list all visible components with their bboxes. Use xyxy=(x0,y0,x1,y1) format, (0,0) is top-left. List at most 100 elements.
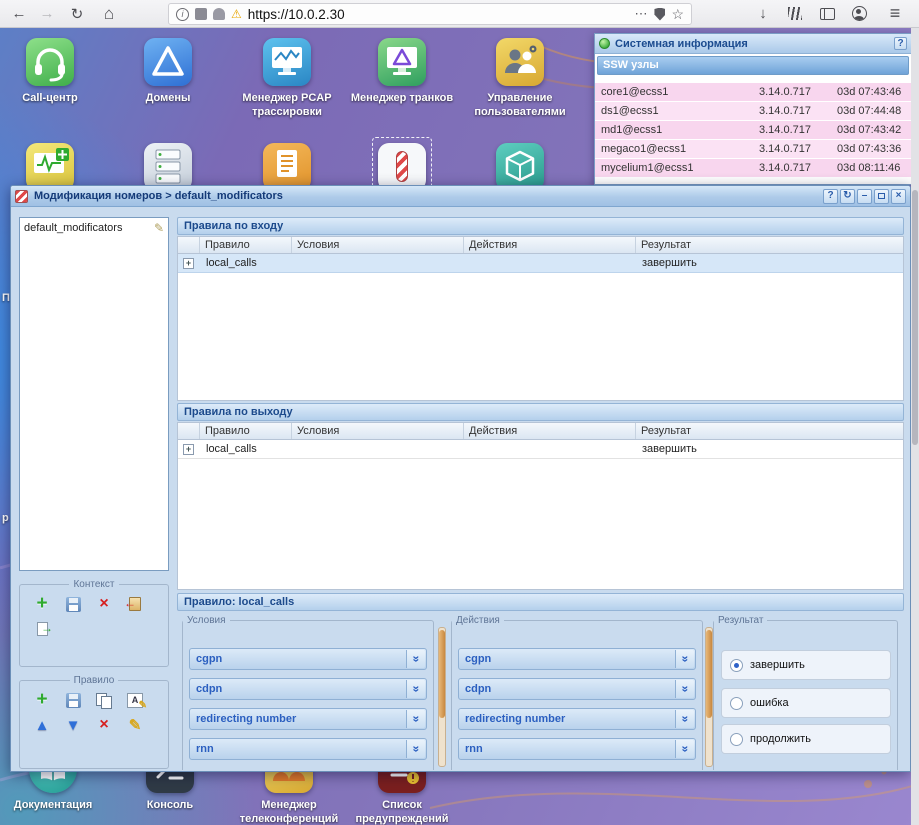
delete-rule-button[interactable]: × xyxy=(92,714,116,736)
save-rule-button[interactable] xyxy=(61,689,85,711)
scrollbar-thumb[interactable] xyxy=(706,630,712,718)
url-bar[interactable]: i ⚠ https://10.0.2.30 ⋯ ☆ xyxy=(168,3,692,25)
move-rule-down-button[interactable]: ▼ xyxy=(61,714,85,736)
app-server[interactable] xyxy=(112,143,224,191)
app-document[interactable] xyxy=(231,143,343,191)
column-header[interactable]: Правило xyxy=(200,423,292,439)
extension-icon-1[interactable] xyxy=(195,8,207,20)
column-header[interactable]: Результат xyxy=(636,423,903,439)
move-rule-up-button[interactable]: ▲ xyxy=(30,714,54,736)
chevron-down-icon[interactable]: » xyxy=(675,680,694,698)
app-monitoring[interactable] xyxy=(0,143,106,191)
outgoing-rules-header: Правила по выходу xyxy=(177,403,904,421)
scrollbar-thumb[interactable] xyxy=(439,630,445,718)
table-row[interactable]: mycelium1@ecss1 3.14.0.717 03d 08:11:46 xyxy=(595,159,911,178)
expand-icon[interactable]: + xyxy=(183,258,194,269)
result-option[interactable]: завершить xyxy=(721,650,891,680)
url-text[interactable]: https://10.0.2.30 xyxy=(248,7,345,22)
page-scrollbar[interactable] xyxy=(911,28,919,825)
column-header[interactable]: Правило xyxy=(200,237,292,253)
delete-context-button[interactable]: × xyxy=(92,593,116,615)
shield-icon[interactable] xyxy=(654,8,665,21)
conditions-dropdown[interactable]: cgpn » xyxy=(189,648,427,670)
edge-label: П xyxy=(2,292,10,304)
uptime-cell: 03d 07:43:46 xyxy=(837,86,901,98)
forward-icon[interactable]: → xyxy=(34,0,60,27)
save-context-button[interactable] xyxy=(61,593,85,615)
chevron-down-icon[interactable]: » xyxy=(406,650,425,668)
back-icon[interactable]: ← xyxy=(6,0,32,27)
table-row[interactable]: ds1@ecss1 3.14.0.717 03d 07:44:48 xyxy=(595,102,911,121)
table-row[interactable]: + local_calls завершить xyxy=(178,440,903,459)
extension-icon-2[interactable] xyxy=(213,8,225,20)
actions-dropdown[interactable]: cgpn » xyxy=(458,648,696,670)
minimize-button[interactable]: – xyxy=(857,189,872,204)
maximize-button[interactable] xyxy=(874,189,889,204)
chevron-down-icon[interactable]: » xyxy=(406,740,425,758)
list-item[interactable]: default_modificators ✎ xyxy=(20,218,168,237)
add-context-button[interactable]: + xyxy=(30,593,54,615)
export-context-button[interactable]: → xyxy=(30,618,54,640)
site-info-icon[interactable]: i xyxy=(176,8,189,21)
menu-icon[interactable]: ≡ xyxy=(882,0,908,27)
actions-dropdown[interactable]: redirecting number » xyxy=(458,708,696,730)
account-icon[interactable] xyxy=(846,0,872,27)
result-radio-0[interactable] xyxy=(730,659,743,672)
app-pcap-manager[interactable]: Менеджер PCAP трассировки xyxy=(231,38,343,120)
window-titlebar[interactable]: Модификация номеров > default_modificato… xyxy=(11,186,910,207)
result-radio-2[interactable] xyxy=(730,733,743,746)
expand-icon[interactable]: + xyxy=(183,444,194,455)
app-domains[interactable]: Домены xyxy=(112,38,224,105)
result-option[interactable]: ошибка xyxy=(721,688,891,718)
chevron-down-icon[interactable]: » xyxy=(406,680,425,698)
chevron-down-icon[interactable]: » xyxy=(406,710,425,728)
column-header[interactable]: Условия xyxy=(292,237,464,253)
conditions-dropdown[interactable]: redirecting number » xyxy=(189,708,427,730)
conditions-scrollbar[interactable] xyxy=(438,627,446,767)
app-trunk-manager[interactable]: Менеджер транков xyxy=(346,38,458,105)
column-header[interactable]: Действия xyxy=(464,237,636,253)
app-number-modification[interactable] xyxy=(346,143,458,191)
rule-cell: local_calls xyxy=(206,443,257,455)
rename-rule-button[interactable]: A✎ xyxy=(123,689,147,711)
sidebar-icon[interactable] xyxy=(814,0,840,27)
chevron-down-icon[interactable]: » xyxy=(675,710,694,728)
table-row[interactable]: md1@ecss1 3.14.0.717 03d 07:43:42 xyxy=(595,121,911,140)
column-header[interactable]: Результат xyxy=(636,237,903,253)
system-info-titlebar[interactable]: Системная информация ? xyxy=(595,34,911,54)
refresh-button[interactable]: ↻ xyxy=(840,189,855,204)
app-call-center[interactable]: Call-центр xyxy=(0,38,106,105)
app-user-management[interactable]: Управление пользователями xyxy=(464,38,576,120)
import-context-button[interactable]: ← xyxy=(123,593,147,615)
chevron-down-icon[interactable]: » xyxy=(675,740,694,758)
reload-icon[interactable]: ↻ xyxy=(64,0,90,27)
actions-dropdown[interactable]: cdpn » xyxy=(458,678,696,700)
pencil-icon[interactable]: ✎ xyxy=(154,221,164,235)
chevron-down-icon[interactable]: » xyxy=(675,650,694,668)
table-row[interactable]: megaco1@ecss1 3.14.0.717 03d 07:43:36 xyxy=(595,140,911,159)
app-package[interactable] xyxy=(464,143,576,191)
downloads-icon[interactable]: ↓ xyxy=(750,0,776,27)
context-toolbar-row: + × ← xyxy=(20,590,168,615)
conditions-dropdown[interactable]: cdpn » xyxy=(189,678,427,700)
scrollbar-thumb[interactable] xyxy=(912,190,918,445)
help-button[interactable]: ? xyxy=(823,189,838,204)
help-button[interactable]: ? xyxy=(894,37,907,50)
close-button[interactable]: × xyxy=(891,189,906,204)
column-header[interactable]: Условия xyxy=(292,423,464,439)
result-option[interactable]: продолжить xyxy=(721,724,891,754)
result-radio-1[interactable] xyxy=(730,697,743,710)
home-icon[interactable]: ⌂ xyxy=(96,0,122,27)
table-row[interactable]: + local_calls завершить xyxy=(178,254,903,273)
column-header[interactable]: Действия xyxy=(464,423,636,439)
add-rule-button[interactable]: + xyxy=(30,689,54,711)
copy-rule-button[interactable] xyxy=(92,689,116,711)
bookmark-star-icon[interactable]: ☆ xyxy=(671,6,684,23)
library-icon[interactable] xyxy=(782,0,808,27)
table-row[interactable]: core1@ecss1 3.14.0.717 03d 07:43:46 xyxy=(595,83,911,102)
actions-scrollbar[interactable] xyxy=(705,627,713,767)
page-actions-icon[interactable]: ⋯ xyxy=(634,6,648,22)
actions-dropdown[interactable]: rnn » xyxy=(458,738,696,760)
conditions-dropdown[interactable]: rnn » xyxy=(189,738,427,760)
edit-rule-button[interactable]: ✎ xyxy=(123,714,147,736)
